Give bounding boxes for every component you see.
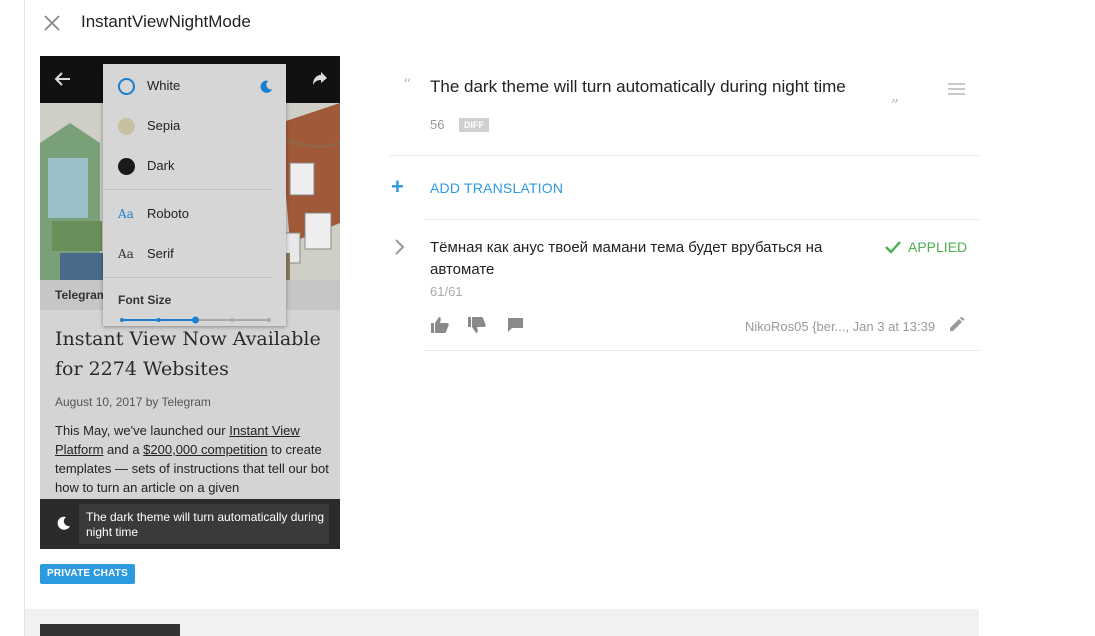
translation-author: NikoRos05 {ber..., Jan 3 at 13:39 xyxy=(745,319,936,334)
body-text: This May, we've launched our xyxy=(55,423,230,438)
next-item-thumbnail[interactable] xyxy=(40,624,180,636)
font-label: Serif xyxy=(147,246,174,261)
screenshot-preview[interactable]: Telegram Instant View Now Available for … xyxy=(40,56,340,549)
divider xyxy=(425,350,979,351)
translation-text: Тёмная как анус твоей мамани тема будет … xyxy=(430,239,823,278)
source-string: The dark theme will turn automatically d… xyxy=(430,77,846,96)
body-text: and a xyxy=(103,442,144,457)
reader-settings-menu: White Sepia Dark Aa Roboto Aa Serif Font… xyxy=(103,64,286,326)
font-glyph: Aa xyxy=(118,207,134,221)
font-option-serif: Aa Serif xyxy=(103,239,286,269)
font-glyph: Aa xyxy=(118,247,134,261)
preview-headline: Instant View Now Available for 2274 Webs… xyxy=(55,328,321,380)
slider-step xyxy=(120,318,124,322)
preview-body: This May, we've launched our Instant Vie… xyxy=(55,421,335,497)
theme-option-dark: Dark xyxy=(103,151,286,181)
white-swatch-icon xyxy=(118,78,135,95)
check-icon xyxy=(885,241,901,254)
font-option-roboto: Aa Roboto xyxy=(103,199,286,229)
theme-option-white: White xyxy=(103,71,286,101)
font-size-slider xyxy=(120,316,271,324)
edit-pencil-icon[interactable] xyxy=(948,316,965,333)
font-size-label: Font Size xyxy=(118,293,172,307)
options-menu-icon[interactable] xyxy=(948,82,965,96)
preview-source-label: Telegram xyxy=(55,288,108,302)
font-label: Roboto xyxy=(147,206,189,221)
divider xyxy=(390,155,979,156)
add-translation-button[interactable]: ADD TRANSLATION xyxy=(430,180,563,196)
close-button[interactable] xyxy=(40,11,64,35)
source-char-count: 56 xyxy=(430,117,445,132)
dark-swatch-icon xyxy=(118,158,135,175)
chevron-right-icon[interactable] xyxy=(393,238,405,256)
plus-icon[interactable]: + xyxy=(391,176,404,198)
moon-icon xyxy=(57,516,70,530)
theme-label: Dark xyxy=(147,158,175,173)
slider-step xyxy=(156,318,161,322)
theme-label: White xyxy=(147,78,181,93)
slider-step xyxy=(267,318,271,322)
left-divider xyxy=(24,0,25,636)
comment-icon[interactable] xyxy=(507,316,525,334)
page-title: InstantViewNightMode xyxy=(81,12,251,31)
open-quote: “ xyxy=(403,75,412,94)
divider xyxy=(425,219,979,220)
toast-text: The dark theme will turn automatically d… xyxy=(86,510,325,539)
menu-divider xyxy=(103,277,273,278)
body-link: $200,000 competition xyxy=(143,442,268,457)
sepia-swatch-icon xyxy=(118,118,135,135)
preview-toast: The dark theme will turn automatically d… xyxy=(40,499,340,549)
preview-meta: August 10, 2017 by Telegram xyxy=(55,395,211,409)
menu-divider xyxy=(103,189,273,190)
share-arrow-icon xyxy=(313,72,327,85)
back-arrow-icon xyxy=(54,72,70,86)
moon-icon xyxy=(260,80,273,93)
theme-label: Sepia xyxy=(147,118,181,133)
private-chats-badge[interactable]: PRIVATE CHATS xyxy=(40,564,135,584)
thumbs-down-icon[interactable] xyxy=(467,316,487,334)
diff-button[interactable]: DIFF xyxy=(459,118,489,132)
theme-option-sepia: Sepia xyxy=(103,111,286,141)
close-quote: „ xyxy=(891,86,900,105)
thumbs-up-icon[interactable] xyxy=(430,316,450,334)
applied-status: APPLIED xyxy=(884,239,967,255)
slider-step xyxy=(230,318,235,322)
translation-char-count: 61/61 xyxy=(430,284,463,299)
slider-thumb xyxy=(192,316,199,324)
close-icon xyxy=(44,15,60,31)
toast-box: The dark theme will turn automatically d… xyxy=(79,504,329,544)
applied-label: APPLIED xyxy=(908,239,968,255)
